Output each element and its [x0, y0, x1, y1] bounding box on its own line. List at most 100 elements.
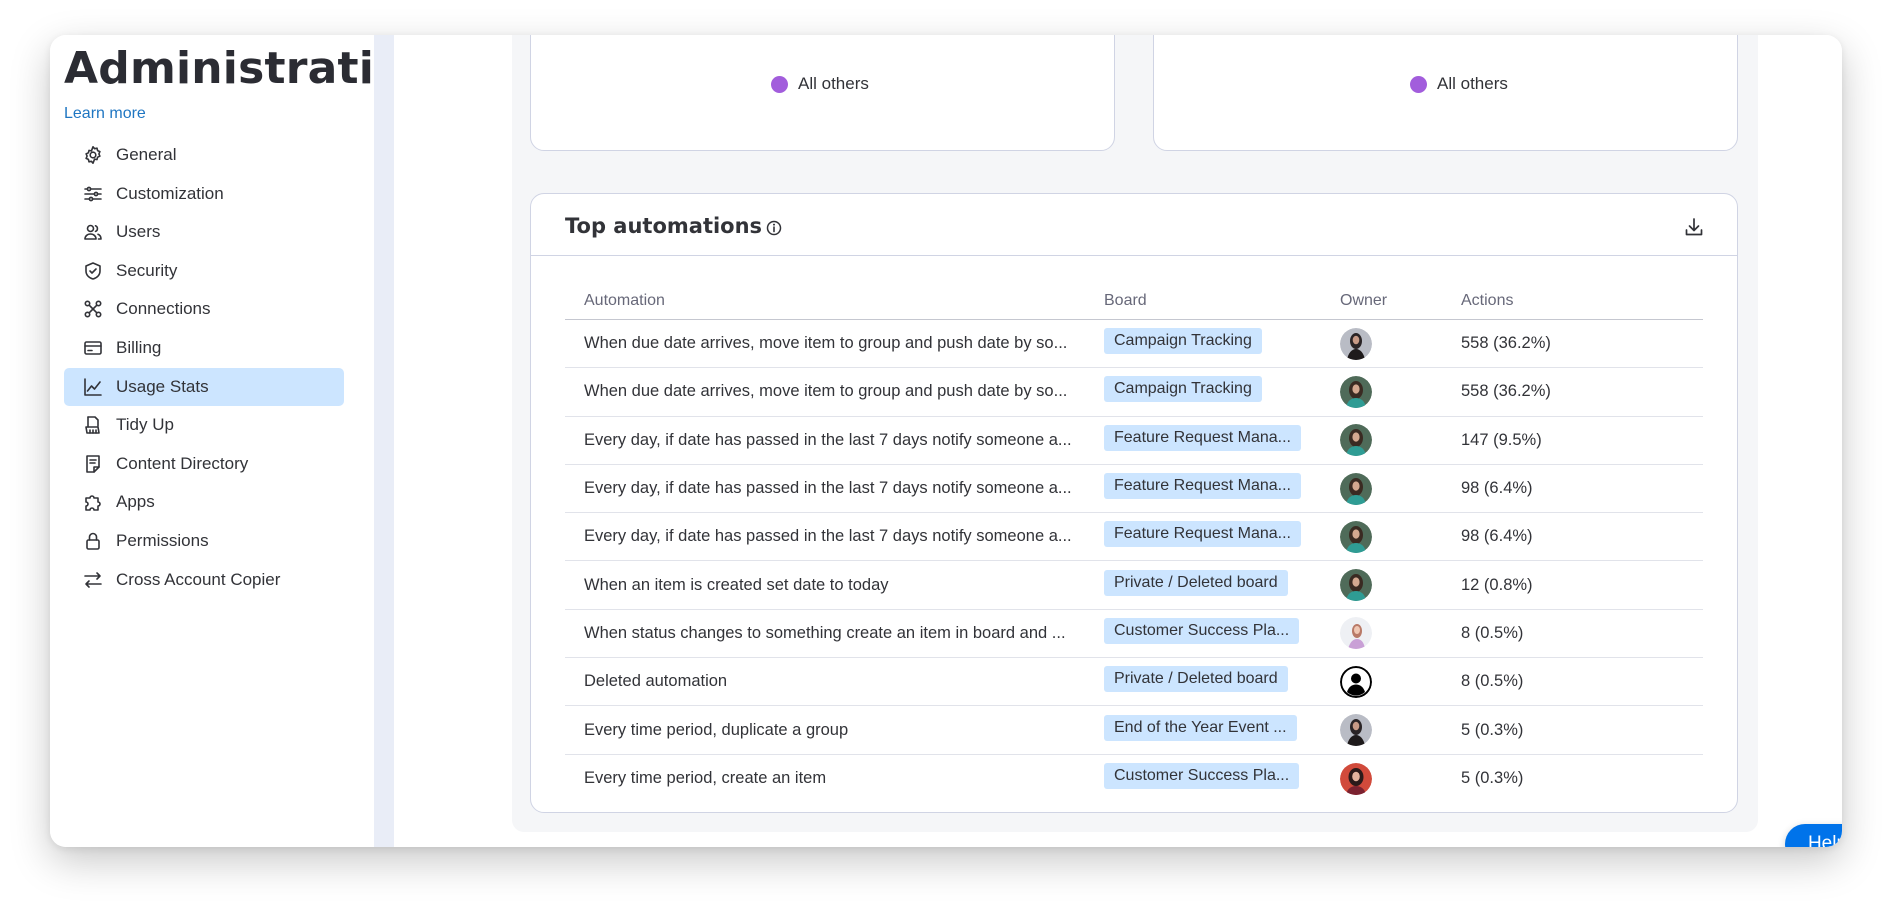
- board-tag[interactable]: Private / Deleted board: [1104, 666, 1288, 693]
- lock-icon: [82, 530, 104, 552]
- automation-name: Deleted automation: [584, 672, 728, 691]
- owner-cell: [1340, 424, 1461, 457]
- actions-count: 8 (0.5%): [1461, 623, 1524, 642]
- table-row[interactable]: Every day, if date has passed in the las…: [565, 417, 1703, 465]
- sidebar-item-label: General: [116, 145, 177, 164]
- owner-cell: [1340, 327, 1461, 360]
- help-button[interactable]: Help: [1785, 824, 1842, 847]
- table-row[interactable]: Every day, if date has passed in the las…: [565, 465, 1703, 514]
- board-tag[interactable]: Feature Request Mana...: [1104, 473, 1301, 500]
- board-tag[interactable]: Customer Success Pla...: [1104, 763, 1300, 790]
- sidebar-item-connections[interactable]: Connections: [64, 290, 344, 328]
- avatar[interactable]: [1340, 617, 1372, 650]
- avatar[interactable]: [1340, 520, 1372, 553]
- legend-color-dot: [1410, 75, 1427, 93]
- credit-card-icon: [82, 337, 104, 359]
- table-row[interactable]: When status changes to something create …: [565, 610, 1703, 659]
- actions-count: 5 (0.3%): [1461, 769, 1524, 788]
- sidebar-item-customization[interactable]: Customization: [64, 175, 344, 213]
- app-window: Administration Learn more General Custom…: [50, 35, 1842, 847]
- board-cell: Customer Success Pla...: [1099, 763, 1340, 794]
- users-icon: [82, 221, 104, 243]
- actions-count: 147 (9.5%): [1461, 430, 1542, 449]
- actions-count: 558 (36.2%): [1461, 334, 1551, 353]
- owner-cell: [1340, 569, 1461, 602]
- legend-label: All others: [798, 74, 869, 93]
- table-row[interactable]: When due date arrives, move item to grou…: [565, 320, 1703, 369]
- owner-cell: [1340, 665, 1461, 698]
- board-tag[interactable]: Feature Request Mana...: [1104, 521, 1301, 548]
- board-cell: End of the Year Event ...: [1099, 714, 1340, 746]
- avatar[interactable]: [1340, 714, 1372, 747]
- avatar[interactable]: [1340, 569, 1372, 602]
- sidebar-item-content-directory[interactable]: Content Directory: [64, 445, 344, 483]
- sidebar-item-label: Customization: [116, 183, 224, 203]
- sidebar-item-apps[interactable]: Apps: [64, 483, 344, 521]
- table-row[interactable]: When due date arrives, move item to grou…: [565, 368, 1703, 417]
- sidebar-item-tidy-up[interactable]: Tidy Up: [64, 406, 344, 444]
- board-cell: Private / Deleted board: [1099, 569, 1340, 601]
- sliders-icon: [82, 183, 104, 205]
- avatar[interactable]: [1340, 472, 1372, 505]
- main-content: All others All others Top automations Au…: [394, 35, 1842, 847]
- avatar[interactable]: [1340, 762, 1372, 795]
- actions-count: 98 (6.4%): [1461, 479, 1533, 498]
- broom-icon: [82, 414, 104, 436]
- avatar[interactable]: [1340, 327, 1372, 360]
- sidebar-item-users[interactable]: Users: [64, 213, 344, 251]
- card-header: Top automations: [531, 194, 1737, 256]
- automation-name: Every time period, duplicate a group: [584, 720, 849, 739]
- sidebar-item-billing[interactable]: Billing: [64, 329, 344, 367]
- gear-icon: [82, 144, 104, 166]
- column-header-board: Board: [1104, 291, 1147, 309]
- sidebar-item-security[interactable]: Security: [64, 252, 344, 290]
- automation-name: Every time period, create an item: [584, 769, 827, 788]
- board-tag[interactable]: Campaign Tracking: [1104, 376, 1262, 403]
- shield-icon: [82, 260, 104, 282]
- board-cell: Feature Request Mana...: [1099, 521, 1340, 552]
- avatar[interactable]: [1340, 375, 1372, 408]
- automation-name: When status changes to something create …: [584, 623, 1066, 642]
- sidebar-item-label: Content Directory: [116, 453, 249, 473]
- table-header: Automation Board Owner Actions: [565, 282, 1703, 320]
- board-cell: Campaign Tracking: [1099, 376, 1340, 407]
- download-icon[interactable]: [1683, 216, 1705, 238]
- board-tag[interactable]: Private / Deleted board: [1104, 569, 1288, 596]
- table-row[interactable]: Every time period, duplicate a group End …: [565, 706, 1703, 755]
- avatar[interactable]: [1340, 424, 1372, 457]
- sidebar-item-general[interactable]: General: [64, 136, 344, 174]
- actions-count: 558 (36.2%): [1461, 382, 1551, 401]
- board-tag[interactable]: End of the Year Event ...: [1104, 714, 1297, 741]
- automation-name: Every day, if date has passed in the las…: [584, 430, 1072, 449]
- arrows-icon: [82, 569, 104, 591]
- legend-label: All others: [1437, 74, 1508, 93]
- sidebar-item-label: Billing: [116, 337, 162, 357]
- actions-count: 12 (0.8%): [1461, 575, 1533, 594]
- column-header-automation: Automation: [584, 291, 665, 309]
- learn-more-link[interactable]: Learn more: [64, 105, 146, 123]
- sidebar-divider[interactable]: [374, 35, 394, 847]
- table-body: When due date arrives, move item to grou…: [565, 320, 1703, 803]
- sidebar-item-permissions[interactable]: Permissions: [64, 522, 344, 560]
- sidebar-item-usage-stats[interactable]: Usage Stats: [64, 367, 344, 406]
- board-tag[interactable]: Campaign Tracking: [1104, 328, 1262, 355]
- chart-legend: All others: [771, 74, 869, 94]
- table-row[interactable]: Every time period, create an item Custome…: [565, 755, 1703, 803]
- admin-sidebar: Administration Learn more General Custom…: [50, 35, 436, 847]
- board-tag[interactable]: Customer Success Pla...: [1104, 617, 1300, 644]
- board-cell: Feature Request Mana...: [1099, 424, 1340, 456]
- sidebar-item-label: Permissions: [116, 530, 209, 550]
- actions-count: 8 (0.5%): [1461, 672, 1524, 691]
- table-row[interactable]: When an item is created set date to toda…: [565, 561, 1703, 610]
- sidebar-item-label: Usage Stats: [116, 376, 209, 396]
- info-icon[interactable]: [765, 219, 783, 237]
- puzzle-icon: [82, 491, 104, 513]
- table-row[interactable]: Every day, if date has passed in the las…: [565, 513, 1703, 562]
- board-tag[interactable]: Feature Request Mana...: [1104, 424, 1301, 451]
- column-header-actions: Actions: [1461, 291, 1514, 309]
- sidebar-item-cross-account-copier[interactable]: Cross Account Copier: [64, 561, 344, 599]
- avatar[interactable]: [1340, 665, 1372, 698]
- table-row[interactable]: Deleted automation Private / Deleted boar…: [565, 658, 1703, 707]
- column-header-owner: Owner: [1340, 291, 1388, 309]
- board-cell: Private / Deleted board: [1099, 666, 1340, 697]
